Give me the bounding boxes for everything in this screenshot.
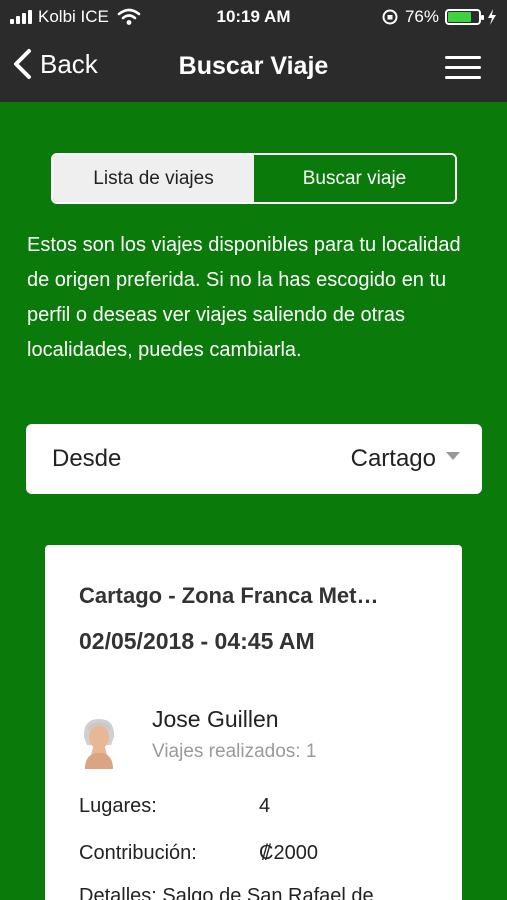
page-title: Buscar Viaje bbox=[178, 52, 329, 80]
battery-icon bbox=[445, 9, 484, 25]
seats-row: Lugares: 4 bbox=[79, 795, 270, 818]
origin-picker[interactable]: Desde Cartago bbox=[26, 424, 482, 494]
driver-trips-count: Viajes realizados: 1 bbox=[152, 741, 317, 762]
orientation-lock-icon bbox=[382, 9, 398, 25]
trip-card[interactable]: Cartago - Zona Franca Met… 02/05/2018 - … bbox=[45, 545, 462, 900]
driver-avatar-icon bbox=[83, 719, 115, 769]
battery-percent: 76% bbox=[404, 7, 439, 26]
hamburger-menu-button[interactable] bbox=[445, 56, 481, 80]
charging-icon bbox=[488, 9, 496, 25]
dropdown-caret-icon bbox=[446, 452, 460, 460]
status-right: 76% bbox=[381, 7, 497, 27]
contribution-label: Contribución: bbox=[79, 842, 197, 864]
driver-name: Jose Guillen bbox=[152, 706, 279, 732]
intro-text: Estos son los viajes disponibles para tu… bbox=[27, 234, 461, 361]
trip-route: Cartago - Zona Franca Met… bbox=[79, 583, 379, 608]
contribution-value: ₡2000 bbox=[259, 842, 318, 864]
nav-bar: Back Buscar Viaje bbox=[0, 34, 507, 102]
trip-details: Detalles: Salgo de San Rafael de bbox=[79, 885, 374, 900]
contribution-row: Contribución: ₡2000 bbox=[79, 842, 318, 865]
view-segmented-control: Lista de viajes Buscar viaje bbox=[51, 153, 457, 204]
tab-lista-de-viajes[interactable]: Lista de viajes bbox=[53, 155, 254, 202]
seats-label: Lugares: bbox=[79, 795, 157, 817]
status-bar: Kolbi ICE 10:19 AM 76% bbox=[0, 0, 507, 34]
origin-picker-value: Cartago bbox=[350, 445, 436, 472]
origin-picker-label: Desde bbox=[52, 445, 122, 472]
seats-value: 4 bbox=[259, 795, 271, 817]
tab-buscar-viaje[interactable]: Buscar viaje bbox=[254, 155, 455, 202]
trip-datetime: 02/05/2018 - 04:45 AM bbox=[79, 628, 315, 654]
